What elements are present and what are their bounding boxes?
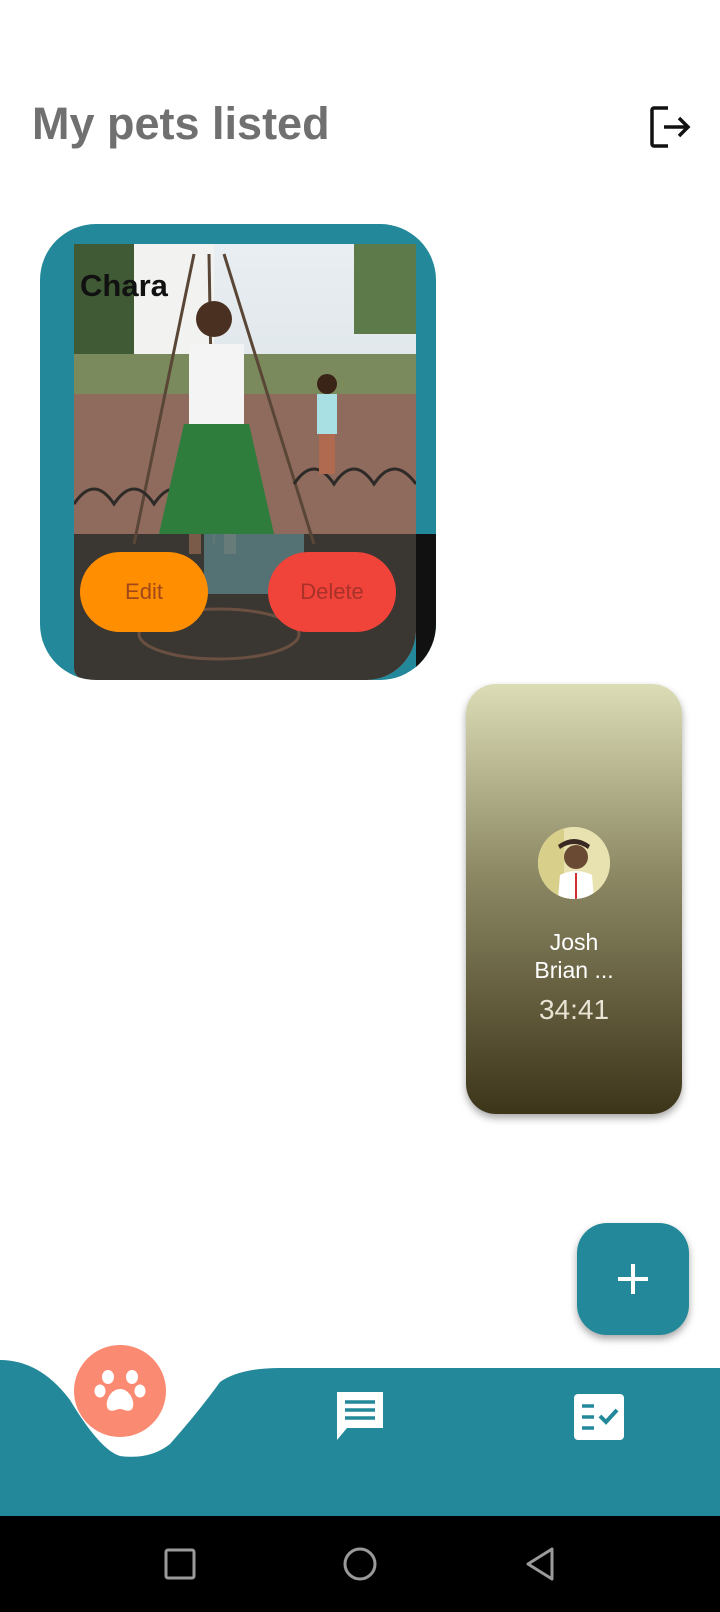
pet-name: Chara	[80, 268, 168, 303]
system-nav-bar	[0, 1516, 720, 1612]
page-title: My pets listed	[32, 98, 330, 149]
nav-chat[interactable]	[333, 1388, 387, 1442]
photo-edge	[416, 534, 436, 680]
add-pet-button[interactable]	[577, 1223, 689, 1335]
back-icon[interactable]	[518, 1542, 562, 1586]
nav-pets[interactable]	[74, 1345, 166, 1437]
home-icon[interactable]	[338, 1542, 382, 1586]
plus-icon	[618, 1264, 648, 1294]
logout-icon	[650, 106, 691, 148]
avatar	[538, 827, 610, 899]
delete-button[interactable]: Delete	[268, 552, 396, 632]
nav-tasks[interactable]	[572, 1390, 626, 1444]
logout-button[interactable]	[648, 104, 694, 150]
edit-button[interactable]: Edit	[80, 552, 208, 632]
chat-icon	[337, 1392, 383, 1440]
contact-card[interactable]: Josh Brian ... 34:41	[466, 684, 682, 1114]
recents-icon[interactable]	[158, 1542, 202, 1586]
contact-name: Josh Brian ...	[534, 929, 614, 983]
checklist-icon	[574, 1394, 624, 1440]
contact-time: 34:41	[538, 994, 610, 1025]
paw-icon	[94, 1370, 146, 1411]
